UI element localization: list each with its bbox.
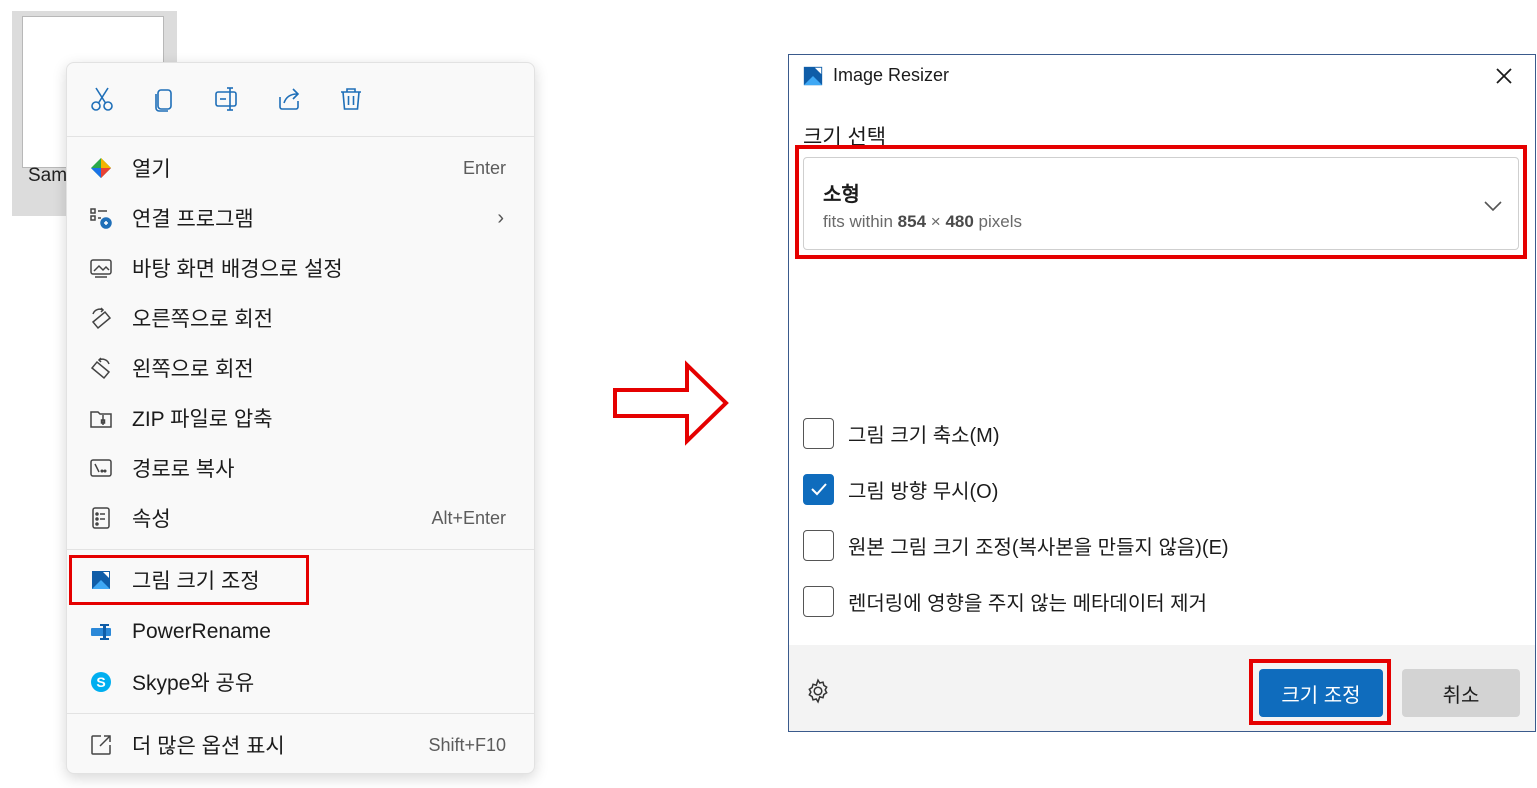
menu-item-open-with[interactable]: 연결 프로그램 › [83,195,520,241]
wallpaper-icon [87,254,115,282]
checkbox-checked[interactable] [803,473,834,505]
open-with-icon [87,204,115,232]
cut-button[interactable] [86,83,118,115]
rotate-left-icon [87,354,115,382]
image-resizer-app-icon [803,66,823,86]
cut-icon [91,87,113,111]
menu-item-set-wallpaper[interactable]: 바탕 화면 배경으로 설정 [83,245,520,291]
copy-icon [155,89,172,112]
checkbox[interactable] [803,585,834,617]
option-shrink-only[interactable]: 그림 크기 축소(M) [803,416,1000,450]
option-resize-original[interactable]: 원본 그림 크기 조정(복사본을 만들지 않음)(E) [803,528,1229,562]
rename-button[interactable] [211,83,243,115]
menu-item-properties[interactable]: 속성 Alt+Enter [83,495,520,541]
delete-button[interactable] [335,83,367,115]
submenu-chevron-icon: › [497,206,504,229]
properties-icon [87,504,115,532]
close-button[interactable] [1491,63,1517,89]
share-button[interactable] [273,83,305,115]
gear-icon[interactable] [805,678,831,704]
menu-item-copy-path[interactable]: 경로로 복사 [83,445,520,491]
dialog-title: Image Resizer [833,65,950,85]
close-icon [1496,68,1512,84]
checkbox[interactable] [803,417,834,449]
rotate-right-icon [87,304,115,332]
menu-item-open[interactable]: 열기 Enter [83,145,520,191]
zip-icon [87,404,115,432]
copy-path-icon [87,454,115,482]
skype-icon: S [87,668,115,696]
menu-separator [67,136,534,137]
cancel-button[interactable]: 취소 [1402,669,1520,717]
menu-item-zip[interactable]: ZIP 파일로 압축 [83,395,520,441]
menu-item-rotate-left[interactable]: 왼쪽으로 회전 [83,345,520,391]
dialog-footer: 크기 조정 취소 [789,645,1535,731]
highlight-box-resize-button [1249,659,1391,725]
menu-separator [67,713,534,714]
delete-icon [341,88,361,110]
context-menu: 열기 Enter 연결 프로그램 › 바탕 화면 배경으로 설정 오른쪽으로 회… [66,62,535,774]
svg-text:S: S [96,674,105,690]
dialog-titlebar: Image Resizer [789,55,1535,97]
rename-icon [215,87,237,111]
option-remove-metadata[interactable]: 렌더링에 영향을 주지 않는 메타데이터 제거 [803,584,1207,618]
share-icon [279,88,300,110]
right-arrow-icon [613,360,729,446]
checkmark-icon [810,483,827,496]
menu-item-more-options[interactable]: 더 많은 옵션 표시 Shift+F10 [83,722,520,768]
menu-item-powerrename[interactable]: PowerRename [83,609,520,655]
highlight-box-menu-item [69,555,309,605]
menu-separator [67,549,534,550]
context-menu-toolbar [67,63,534,135]
more-options-icon [87,731,115,759]
copy-button[interactable] [148,83,180,115]
file-name: Sam [28,165,68,186]
highlight-box-size-dropdown [795,145,1527,259]
menu-item-rotate-right[interactable]: 오른쪽으로 회전 [83,295,520,341]
open-icon [87,154,115,182]
option-ignore-orientation[interactable]: 그림 방향 무시(O) [803,472,998,506]
checkbox[interactable] [803,529,834,561]
powerrename-icon [87,618,115,646]
menu-item-skype-share[interactable]: S Skype와 공유 [83,659,520,705]
